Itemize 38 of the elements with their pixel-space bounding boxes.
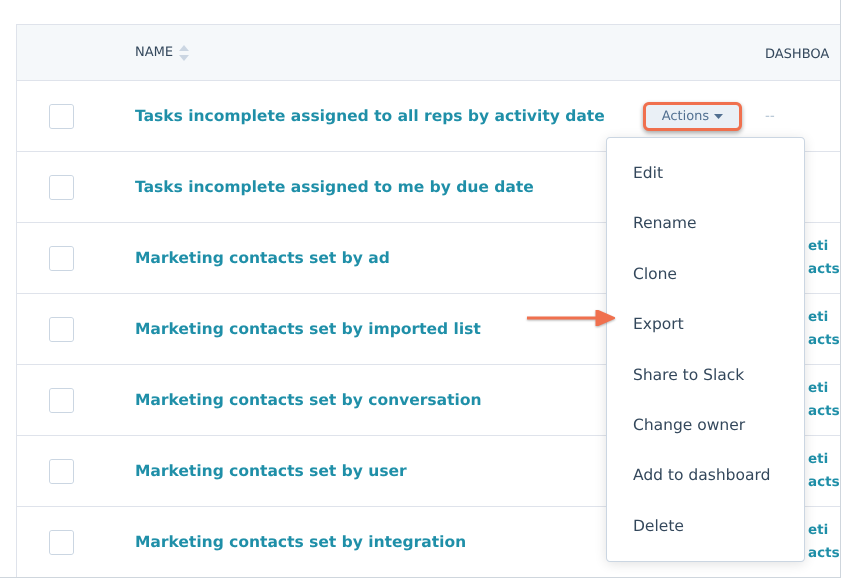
row-checkbox[interactable] <box>49 316 74 342</box>
row-checkbox[interactable] <box>49 246 74 270</box>
row-checkbox[interactable] <box>49 174 74 200</box>
dashboard-text: eti <box>808 308 830 327</box>
caret-icon <box>714 114 724 118</box>
menu-item[interactable]: Share to Slack <box>607 350 804 400</box>
sort-icon[interactable] <box>179 44 190 60</box>
row-checkbox[interactable] <box>49 530 74 554</box>
row-checkbox[interactable] <box>49 458 74 484</box>
report-name-link[interactable]: Marketing contacts set by conversation <box>135 391 482 409</box>
dashboard-text: acts <box>808 260 840 279</box>
dashboard-text: acts <box>808 402 840 421</box>
dashboard-text: -- <box>765 106 776 126</box>
report-name-link[interactable]: Marketing contacts set by integration <box>135 533 466 551</box>
menu-item[interactable]: Edit <box>607 148 804 198</box>
menu-item[interactable]: Add to dashboard <box>607 450 804 501</box>
menu-item[interactable]: Clone <box>607 248 804 300</box>
report-name-link[interactable]: Tasks incomplete assigned to me by due date <box>135 178 534 196</box>
actions-button[interactable]: Actions <box>642 102 742 130</box>
dashboard-text: eti <box>808 379 830 398</box>
report-name-link[interactable]: Tasks incomplete assigned to all reps by activity date <box>135 107 605 125</box>
menu-item[interactable]: Delete <box>607 500 804 552</box>
menu-item[interactable]: Change owner <box>607 400 804 450</box>
dashboard-text: eti <box>808 521 830 540</box>
column-header[interactable]: NAME <box>135 45 174 60</box>
dashboard-text: eti <box>808 237 830 256</box>
dashboard-text: acts <box>808 331 840 350</box>
row-checkbox[interactable] <box>49 104 74 128</box>
report-name-link[interactable]: Marketing contacts set by user <box>135 462 407 480</box>
report-name-link[interactable]: Marketing contacts set by ad <box>135 249 390 267</box>
report-name-link[interactable]: Marketing contacts set by imported list <box>135 320 481 338</box>
menu-item[interactable]: Rename <box>607 198 804 249</box>
dashboard-text: acts <box>808 544 840 563</box>
dashboard-text: eti <box>808 450 830 469</box>
dashboard-text: acts <box>808 473 840 492</box>
menu-item[interactable]: Export <box>607 299 804 350</box>
row-checkbox[interactable] <box>49 388 74 412</box>
column-header[interactable]: DASHBOA <box>765 47 830 62</box>
